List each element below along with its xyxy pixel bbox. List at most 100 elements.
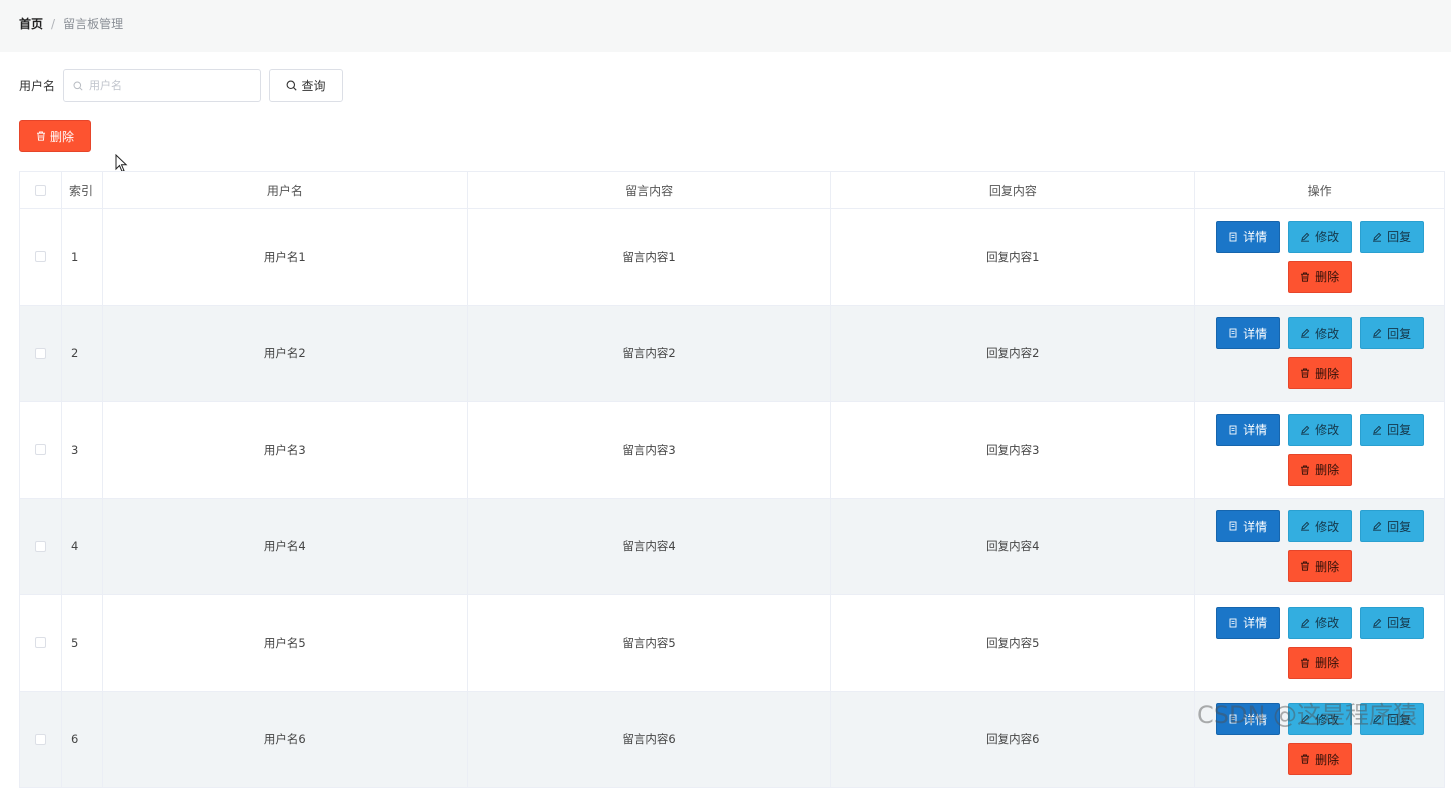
row-checkbox[interactable] xyxy=(35,541,46,552)
detail-button-label: 详情 xyxy=(1243,325,1267,342)
row-checkbox[interactable] xyxy=(35,444,46,455)
reply-button[interactable]: 回复 xyxy=(1360,607,1424,639)
detail-button-label: 详情 xyxy=(1243,518,1267,535)
reply-button-label: 回复 xyxy=(1387,421,1411,438)
query-button[interactable]: 查询 xyxy=(269,69,343,102)
breadcrumb: 首页 / 留言板管理 xyxy=(19,15,123,32)
table-row: 5用户名5留言内容5回复内容5 详情 修改 回复删除 xyxy=(20,595,1445,692)
row-checkbox[interactable] xyxy=(35,251,46,262)
select-all-checkbox[interactable] xyxy=(35,185,46,196)
delete-button[interactable]: 删除 xyxy=(1288,357,1352,389)
edit-button[interactable]: 修改 xyxy=(1288,317,1352,349)
pencil-icon xyxy=(1300,618,1310,628)
cell-username: 用户名4 xyxy=(103,499,468,595)
cell-index: 5 xyxy=(62,595,103,691)
cell-content: 留言内容5 xyxy=(468,595,832,691)
detail-button-label: 详情 xyxy=(1243,614,1267,631)
document-icon xyxy=(1228,425,1238,435)
pencil-icon xyxy=(1300,425,1310,435)
username-search-field[interactable] xyxy=(63,69,261,102)
detail-button[interactable]: 详情 xyxy=(1216,607,1280,639)
row-check-cell xyxy=(20,692,62,788)
delete-button[interactable]: 删除 xyxy=(1288,743,1352,775)
cell-username: 用户名5 xyxy=(103,595,468,691)
column-header-username: 用户名 xyxy=(103,172,468,208)
cell-index: 3 xyxy=(62,402,103,498)
column-header-content: 留言内容 xyxy=(468,172,832,208)
row-action-group: 详情 修改 回复删除 xyxy=(1215,414,1425,486)
reply-button[interactable]: 回复 xyxy=(1360,414,1424,446)
bulk-delete-button[interactable]: 删除 xyxy=(19,120,91,152)
cell-content: 留言内容2 xyxy=(468,306,832,402)
edit-button[interactable]: 修改 xyxy=(1288,414,1352,446)
edit-button[interactable]: 修改 xyxy=(1288,221,1352,253)
trash-icon xyxy=(1300,368,1310,378)
csdn-watermark: CSDN @这是程序猿 xyxy=(1197,695,1417,730)
reply-button[interactable]: 回复 xyxy=(1360,317,1424,349)
breadcrumb-current: 留言板管理 xyxy=(63,15,123,32)
cell-index: 2 xyxy=(62,306,103,402)
header-check-cell xyxy=(20,172,62,208)
search-icon xyxy=(286,80,297,91)
table-row: 4用户名4留言内容4回复内容4详情修改回复删除 xyxy=(20,499,1445,596)
row-check-cell xyxy=(20,306,62,402)
edit-button-label: 修改 xyxy=(1315,421,1339,438)
detail-button[interactable]: 详情 xyxy=(1216,414,1280,446)
reply-button-label: 回复 xyxy=(1387,325,1411,342)
edit-button[interactable]: 修改 xyxy=(1288,607,1352,639)
detail-button[interactable]: 详情 xyxy=(1216,221,1280,253)
pencil-icon xyxy=(1300,521,1310,531)
detail-button[interactable]: 详情 xyxy=(1216,317,1280,349)
breadcrumb-home-link[interactable]: 首页 xyxy=(19,15,43,32)
document-icon xyxy=(1228,328,1238,338)
column-header-index: 索引 xyxy=(62,172,103,208)
cell-reply: 回复内容5 xyxy=(831,595,1195,691)
table-row: 1用户名1留言内容1回复内容1详情修改回复删除 xyxy=(20,209,1445,306)
trash-icon xyxy=(36,131,46,141)
row-action-group: 详情 修改 回复删除 xyxy=(1215,607,1425,679)
document-icon xyxy=(1228,232,1238,242)
edit-button-label: 修改 xyxy=(1315,228,1339,245)
reply-button[interactable]: 回复 xyxy=(1360,510,1424,542)
row-checkbox[interactable] xyxy=(35,637,46,648)
document-icon xyxy=(1228,521,1238,531)
row-action-group: 详情 修改 回复删除 xyxy=(1215,317,1425,389)
reply-button-label: 回复 xyxy=(1387,228,1411,245)
query-button-label: 查询 xyxy=(301,77,325,94)
delete-button-label: 删除 xyxy=(1315,268,1339,285)
cell-actions: 详情 修改 回复删除 xyxy=(1195,402,1445,498)
edit-button-label: 修改 xyxy=(1315,614,1339,631)
delete-button[interactable]: 删除 xyxy=(1288,550,1352,582)
row-check-cell xyxy=(20,209,62,305)
detail-button[interactable]: 详情 xyxy=(1216,510,1280,542)
reply-button-label: 回复 xyxy=(1387,614,1411,631)
edit-button-label: 修改 xyxy=(1315,325,1339,342)
delete-button-label: 删除 xyxy=(1315,654,1339,671)
cell-actions: 详情 修改 回复删除 xyxy=(1195,595,1445,691)
trash-icon xyxy=(1300,754,1310,764)
pencil-icon xyxy=(1372,521,1382,531)
cell-content: 留言内容3 xyxy=(468,402,832,498)
cell-content: 留言内容6 xyxy=(468,692,832,788)
cell-reply: 回复内容4 xyxy=(831,499,1195,595)
pencil-icon xyxy=(1372,425,1382,435)
delete-button-label: 删除 xyxy=(1315,461,1339,478)
edit-button[interactable]: 修改 xyxy=(1288,510,1352,542)
delete-button-label: 删除 xyxy=(1315,751,1339,768)
document-icon xyxy=(1228,618,1238,628)
cell-username: 用户名3 xyxy=(103,402,468,498)
pencil-icon xyxy=(1372,328,1382,338)
row-checkbox[interactable] xyxy=(35,734,46,745)
reply-button[interactable]: 回复 xyxy=(1360,221,1424,253)
row-checkbox[interactable] xyxy=(35,348,46,359)
breadcrumb-separator: / xyxy=(51,17,55,31)
delete-button[interactable]: 删除 xyxy=(1288,647,1352,679)
trash-icon xyxy=(1300,272,1310,282)
username-search-label: 用户名 xyxy=(19,77,55,94)
delete-button[interactable]: 删除 xyxy=(1288,454,1352,486)
delete-button[interactable]: 删除 xyxy=(1288,261,1352,293)
username-search-input[interactable] xyxy=(89,79,249,92)
trash-icon xyxy=(1300,658,1310,668)
cell-index: 1 xyxy=(62,209,103,305)
row-check-cell xyxy=(20,402,62,498)
